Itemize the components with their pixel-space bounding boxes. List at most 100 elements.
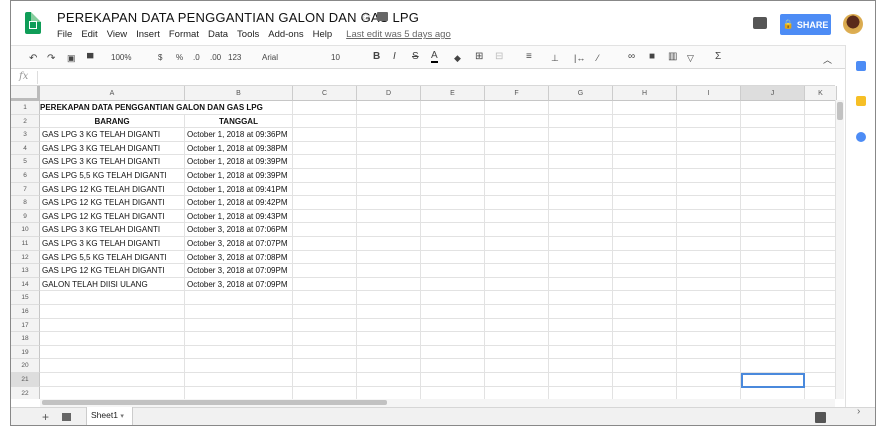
- table-cell[interactable]: October 3, 2018 at 07:06PM: [185, 223, 293, 237]
- table-cell[interactable]: [677, 250, 741, 265]
- table-cell[interactable]: [805, 305, 837, 319]
- table-cell[interactable]: [549, 332, 613, 346]
- table-cell[interactable]: [613, 237, 677, 251]
- table-cell[interactable]: [421, 291, 485, 305]
- table-cell[interactable]: [741, 318, 805, 333]
- table-cell[interactable]: [741, 114, 805, 129]
- table-cell[interactable]: [741, 128, 805, 142]
- column-header[interactable]: J: [741, 86, 805, 101]
- table-cell[interactable]: [741, 291, 805, 305]
- table-cell[interactable]: GAS LPG 12 KG TELAH DIGANTI: [40, 196, 185, 210]
- table-cell[interactable]: [613, 223, 677, 237]
- table-cell[interactable]: [741, 264, 805, 278]
- row-header[interactable]: 14: [11, 277, 40, 292]
- table-cell[interactable]: [421, 264, 485, 278]
- table-cell[interactable]: October 3, 2018 at 07:08PM: [185, 250, 293, 265]
- selected-cell-box[interactable]: [741, 373, 805, 388]
- insert-comment-icon[interactable]: ■: [649, 51, 655, 62]
- table-cell[interactable]: [805, 386, 837, 399]
- table-cell[interactable]: [185, 318, 293, 333]
- table-cell[interactable]: [613, 277, 677, 292]
- table-cell[interactable]: [613, 264, 677, 278]
- table-cell[interactable]: [485, 345, 549, 360]
- horizontal-scrollbar[interactable]: [40, 399, 835, 407]
- table-cell[interactable]: [357, 305, 421, 319]
- column-header[interactable]: D: [357, 86, 421, 101]
- table-cell[interactable]: [613, 305, 677, 319]
- table-cell[interactable]: [485, 250, 549, 265]
- select-all-corner[interactable]: [11, 86, 40, 101]
- table-cell[interactable]: [293, 128, 357, 142]
- table-cell[interactable]: [357, 101, 421, 115]
- table-cell[interactable]: [421, 182, 485, 197]
- table-cell[interactable]: [485, 223, 549, 237]
- table-cell[interactable]: [357, 345, 421, 360]
- table-cell[interactable]: [741, 277, 805, 292]
- table-cell[interactable]: [677, 332, 741, 346]
- table-cell[interactable]: [293, 345, 357, 360]
- table-cell[interactable]: [741, 345, 805, 360]
- column-header[interactable]: G: [549, 86, 613, 101]
- menu-edit[interactable]: Edit: [81, 29, 97, 40]
- table-cell[interactable]: [485, 182, 549, 197]
- percent-button[interactable]: %: [176, 53, 183, 62]
- table-cell[interactable]: [357, 223, 421, 237]
- table-cell[interactable]: [741, 169, 805, 183]
- merge-cells-icon[interactable]: ⊟: [495, 51, 503, 62]
- table-cell[interactable]: [185, 386, 293, 399]
- row-header[interactable]: 3: [11, 128, 40, 142]
- table-cell[interactable]: October 1, 2018 at 09:39PM: [185, 155, 293, 169]
- table-cell[interactable]: [421, 128, 485, 142]
- table-cell[interactable]: October 3, 2018 at 07:09PM: [185, 264, 293, 278]
- table-cell[interactable]: GAS LPG 3 KG TELAH DIGANTI: [40, 237, 185, 251]
- table-cell[interactable]: [613, 359, 677, 373]
- row-header[interactable]: 4: [11, 141, 40, 156]
- table-cell[interactable]: October 1, 2018 at 09:43PM: [185, 209, 293, 224]
- table-cell[interactable]: [741, 359, 805, 373]
- folder-icon[interactable]: [377, 12, 388, 21]
- vertical-scroll-thumb[interactable]: [837, 102, 843, 120]
- sheet-tab[interactable]: Sheet1 ▾: [86, 407, 133, 425]
- table-cell[interactable]: [613, 155, 677, 169]
- table-cell[interactable]: [357, 264, 421, 278]
- table-cell[interactable]: [549, 277, 613, 292]
- table-cell[interactable]: October 1, 2018 at 09:38PM: [185, 141, 293, 156]
- table-cell[interactable]: [293, 264, 357, 278]
- table-cell[interactable]: [357, 250, 421, 265]
- table-cell[interactable]: [485, 305, 549, 319]
- table-cell[interactable]: [677, 237, 741, 251]
- table-cell[interactable]: [805, 250, 837, 265]
- sheet-tab-menu-icon[interactable]: ▾: [120, 413, 124, 420]
- table-cell[interactable]: [677, 101, 741, 115]
- table-cell[interactable]: [421, 277, 485, 292]
- table-cell[interactable]: [549, 114, 613, 129]
- text-color-button[interactable]: A: [431, 50, 438, 63]
- column-header[interactable]: F: [485, 86, 549, 101]
- table-cell[interactable]: [741, 250, 805, 265]
- table-cell[interactable]: [421, 196, 485, 210]
- row-header[interactable]: 19: [11, 345, 40, 360]
- table-cell[interactable]: [40, 359, 185, 373]
- table-cell[interactable]: [485, 101, 549, 115]
- table-cell[interactable]: [357, 209, 421, 224]
- table-cell[interactable]: [677, 373, 741, 387]
- table-cell[interactable]: October 1, 2018 at 09:36PM: [185, 128, 293, 142]
- table-cell[interactable]: [40, 373, 185, 387]
- table-cell[interactable]: GAS LPG 3 KG TELAH DIGANTI: [40, 155, 185, 169]
- table-cell[interactable]: [549, 291, 613, 305]
- table-cell[interactable]: GALON TELAH DIISI ULANG: [40, 277, 185, 292]
- table-cell[interactable]: [549, 345, 613, 360]
- table-cell[interactable]: [741, 386, 805, 399]
- table-cell[interactable]: GAS LPG 3 KG TELAH DIGANTI: [40, 128, 185, 142]
- valign-icon[interactable]: ⊥: [551, 53, 559, 64]
- table-cell[interactable]: [357, 332, 421, 346]
- column-header[interactable]: I: [677, 86, 741, 101]
- calendar-icon[interactable]: [856, 61, 866, 71]
- table-cell[interactable]: [677, 264, 741, 278]
- table-cell[interactable]: [805, 128, 837, 142]
- strikethrough-button[interactable]: S: [412, 51, 419, 62]
- table-cell[interactable]: TANGGAL: [185, 114, 293, 129]
- row-header[interactable]: 10: [11, 223, 40, 237]
- table-cell[interactable]: [741, 182, 805, 197]
- table-cell[interactable]: [549, 141, 613, 156]
